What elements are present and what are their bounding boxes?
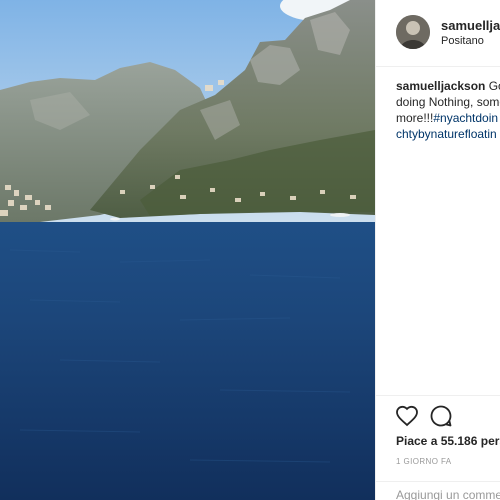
caption-line-1: samuelljackson Good — [396, 78, 500, 94]
post-header: samuelljackson Positano — [376, 0, 500, 67]
post-sidebar: samuelljackson Positano samuelljackson G… — [375, 0, 500, 500]
amalfi-coast-image — [0, 0, 375, 500]
comment-icon[interactable] — [429, 404, 453, 428]
heart-icon[interactable] — [395, 404, 419, 428]
caption-text-3: more!!! — [396, 111, 434, 125]
username-link[interactable]: samuelljackson — [441, 18, 500, 33]
caption-text-1: Good — [488, 79, 500, 93]
post-caption: samuelljackson Good doing Nothing, some … — [396, 78, 500, 142]
caption-username[interactable]: samuelljackson — [396, 79, 485, 93]
post-photo[interactable] — [0, 0, 375, 500]
hashtag-link[interactable]: #nyachtdoin — [433, 111, 498, 125]
hashtag-link-continued[interactable]: chtybynaturefloatin — [396, 126, 500, 142]
comment-input[interactable] — [396, 488, 500, 500]
caption-line-3: more!!!#nyachtdoin — [396, 110, 500, 126]
post-actions: Piace a 55.186 perso 1 GIORNO FA — [376, 395, 500, 482]
post-timestamp[interactable]: 1 GIORNO FA — [396, 457, 452, 466]
avatar[interactable] — [396, 15, 430, 49]
comment-bar — [376, 481, 500, 500]
location-link[interactable]: Positano — [441, 35, 484, 47]
caption-text-2: doing Nothing, some — [396, 95, 500, 109]
likes-count[interactable]: Piace a 55.186 perso — [396, 434, 500, 448]
